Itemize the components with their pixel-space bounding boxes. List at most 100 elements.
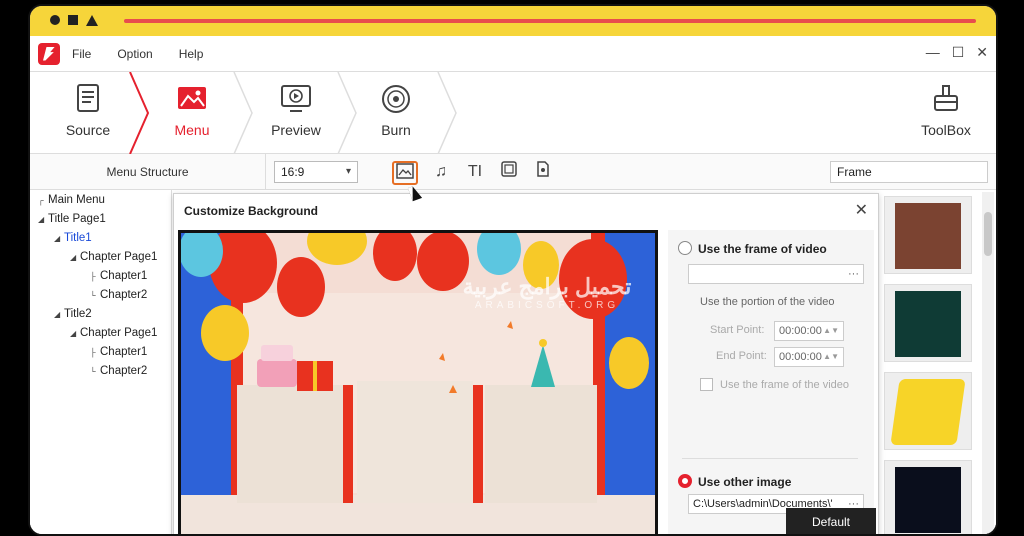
step-burn[interactable]: Burn (346, 72, 446, 154)
close-icon[interactable]: ✕ (855, 200, 868, 220)
frame-thumbnail[interactable] (884, 372, 972, 450)
background-image-icon[interactable] (392, 161, 418, 185)
tree-item[interactable]: ┌ Main Menu (38, 194, 105, 206)
video-path-field[interactable]: ··· (688, 264, 864, 284)
app-window: File Option Help — ☐ ✕ Source Menu Previ… (30, 36, 996, 534)
tree-item-label: Chapter2 (100, 289, 148, 301)
aspect-ratio-select[interactable]: 16:9 (274, 161, 358, 183)
menu-toolbar: Menu Structure 16:9 ♫ TI Frame (30, 154, 996, 190)
start-point-input[interactable]: 00:00:00 ▲▼ (774, 321, 844, 341)
tree-item[interactable]: ◢ Title1 (54, 232, 92, 244)
menu-file[interactable]: File (72, 47, 91, 61)
music-icon[interactable]: ♫ (428, 161, 454, 185)
browser-bar (30, 6, 996, 36)
menu-structure-tree: ┌ Main Menu ◢ Title Page1 ◢ Title1 ◢ Chapter… (30, 190, 172, 534)
browser-frame: File Option Help — ☐ ✕ Source Menu Previ… (28, 4, 998, 536)
spinner-icon[interactable]: ▲▼ (823, 348, 839, 366)
text-icon[interactable]: TI (462, 161, 488, 185)
disc-icon (382, 85, 410, 113)
file-icon[interactable] (530, 161, 556, 185)
use-other-image-label: Use other image (698, 475, 792, 489)
end-point-value: 00:00:00 (779, 351, 822, 363)
expand-arrow-icon: ◢ (54, 310, 61, 319)
step-preview-label: Preview (271, 122, 321, 138)
frame-thumbnail[interactable] (884, 196, 972, 274)
tree-item-label: Chapter1 (100, 270, 148, 282)
use-frame-radio[interactable] (678, 241, 692, 255)
tree-item[interactable]: ◢ Chapter Page1 (70, 251, 157, 263)
toolbox-label: ToolBox (921, 122, 971, 138)
gallery-scrollbar[interactable] (982, 192, 994, 534)
square-icon (68, 15, 78, 25)
step-menu-label: Menu (174, 122, 210, 138)
end-point-label: End Point: (716, 350, 767, 362)
frame-swatch-3 (895, 467, 961, 533)
step-menu[interactable]: Menu (142, 72, 242, 154)
step-burn-label: Burn (381, 122, 411, 138)
step-divider (437, 72, 457, 154)
start-point-label: Start Point: (710, 324, 765, 336)
tree-item[interactable]: ├ Chapter1 (90, 270, 147, 282)
app-logo-icon (38, 42, 60, 65)
tree-item-label: Chapter2 (100, 365, 148, 377)
toolbox-icon (934, 85, 958, 111)
use-frame-label: Use the frame of video (698, 242, 827, 256)
close-icon[interactable]: ✕ (976, 44, 988, 61)
frame-swatch-1 (895, 291, 961, 357)
address-bar (124, 19, 976, 23)
start-point-value: 00:00:00 (779, 325, 822, 337)
maximize-icon[interactable]: ☐ (952, 44, 965, 61)
expand-arrow-icon: ◢ (70, 329, 77, 338)
frame-category-field[interactable]: Frame (830, 161, 988, 183)
use-frame-checkbox-label: Use the frame of the video (720, 379, 850, 391)
use-other-image-radio[interactable] (678, 474, 692, 488)
default-button[interactable]: Default (786, 508, 876, 534)
monitor-play-icon (281, 85, 311, 112)
tree-item[interactable]: ◢ Title Page1 (38, 213, 106, 225)
frame-icon[interactable] (496, 161, 522, 185)
expand-arrow-icon: ◢ (38, 215, 45, 224)
step-source[interactable]: Source (38, 72, 138, 154)
tree-item[interactable]: └ Chapter2 (90, 289, 147, 301)
menu-option[interactable]: Option (117, 47, 152, 61)
tree-item[interactable]: ◢ Title2 (54, 308, 92, 320)
document-icon (77, 84, 99, 112)
browse-icon[interactable]: ··· (848, 265, 859, 283)
window-controls: — ☐ ✕ (926, 44, 988, 61)
dialog-title: Customize Background (184, 204, 319, 218)
background-settings-panel: Use the frame of video ··· Use the porti… (668, 230, 876, 534)
tree-item-label: Chapter Page1 (80, 251, 158, 263)
circle-icon (50, 15, 60, 25)
step-preview[interactable]: Preview (246, 72, 346, 154)
tree-line-icon: ├ (90, 348, 96, 357)
toolbox-button[interactable]: ToolBox (896, 72, 996, 154)
frame-thumbnail[interactable] (884, 460, 972, 534)
use-frame-checkbox[interactable] (700, 378, 713, 391)
frame-thumbnail[interactable] (884, 284, 972, 362)
tree-item[interactable]: ├ Chapter1 (90, 346, 147, 358)
frame-swatch-2 (890, 379, 966, 445)
minimize-icon[interactable]: — (926, 44, 940, 61)
background-preview (178, 230, 658, 534)
expand-arrow-icon: ◢ (54, 234, 61, 243)
menu-help[interactable]: Help (179, 47, 204, 61)
tree-line-icon: └ (90, 291, 96, 300)
use-portion-label: Use the portion of the video (700, 296, 835, 308)
workflow-steps: Source Menu Preview Burn ToolBox (30, 72, 996, 154)
settings-divider (682, 458, 858, 459)
tree-line-icon: ├ (90, 272, 96, 281)
tree-item-label: Title Page1 (48, 213, 106, 225)
spinner-icon[interactable]: ▲▼ (823, 322, 839, 340)
scrollbar-thumb[interactable] (984, 212, 992, 256)
tree-item[interactable]: ◢ Chapter Page1 (70, 327, 157, 339)
tree-item-label: Chapter1 (100, 346, 148, 358)
picture-icon (178, 87, 206, 109)
customize-background-dialog: Customize Background ✕ Use the frame of … (173, 193, 879, 534)
end-point-input[interactable]: 00:00:00 ▲▼ (774, 347, 844, 367)
expand-arrow-icon: ◢ (70, 253, 77, 262)
tree-item[interactable]: └ Chapter2 (90, 365, 147, 377)
tree-item-label: Chapter Page1 (80, 327, 158, 339)
frame-swatch-0 (895, 203, 961, 269)
tree-item-label: Title2 (64, 308, 92, 320)
frame-gallery (878, 190, 996, 534)
